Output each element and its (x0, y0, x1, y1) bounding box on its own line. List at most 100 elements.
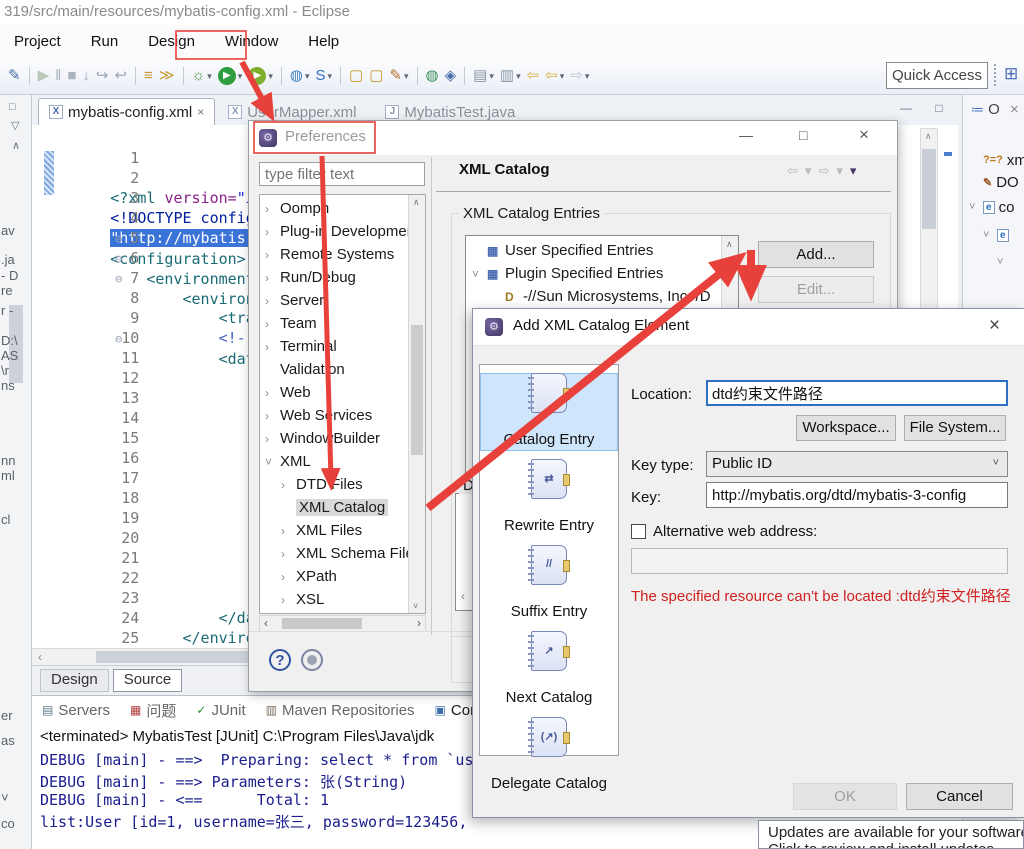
tree-chevron-icon[interactable]: › (265, 294, 280, 308)
scroll-up-icon[interactable]: ∧ (726, 239, 733, 250)
scroll-right-icon[interactable]: › (417, 616, 421, 630)
editor-tab[interactable]: X mybatis-config.xml × (38, 98, 216, 125)
preferences-tree-item[interactable]: › Run/Debug (260, 266, 425, 289)
catalog-entry-row[interactable]: D -//Sun Microsystems, Inc.//D (466, 285, 738, 308)
sash-divider[interactable] (431, 157, 432, 635)
add-button[interactable]: Add... (758, 241, 874, 268)
tree-chevron-icon[interactable]: › (265, 225, 280, 239)
update-notification[interactable]: Updates are available for your software … (758, 820, 1024, 849)
keytype-select[interactable]: Public ID ˅ (706, 451, 1008, 477)
toolbar-icon[interactable]: ▥ ▾ (498, 64, 523, 88)
toolbar-icon[interactable] (416, 67, 418, 85)
preferences-tree-item[interactable]: › Oomph (260, 197, 425, 220)
nav-arrow-icon[interactable]: ▾ (850, 163, 857, 179)
menu-item[interactable]: Window (219, 30, 284, 53)
outline-item[interactable]: ˅ e (983, 225, 1013, 245)
scrollbar-thumb[interactable] (411, 325, 423, 455)
maximize-icon[interactable]: □ (799, 127, 807, 143)
minimize-icon[interactable]: — (739, 127, 753, 143)
chevron-down-icon[interactable]: ˅ (983, 229, 993, 241)
outline-item[interactable]: ˅ e co (969, 197, 1014, 217)
bottom-view-tab[interactable]: ▦ 问题 (130, 700, 176, 721)
toolbar-icon[interactable]: ✎ ▾ (387, 64, 410, 88)
tree-chevron-icon[interactable]: › (265, 386, 280, 400)
entry-type-item[interactable]: ↗ Next Catalog (480, 631, 618, 709)
toolbar-icon[interactable]: ✎ (6, 64, 23, 88)
toolbar-icon[interactable]: ◍ ▾ (288, 64, 312, 88)
preferences-tree-item[interactable]: › Terminal (260, 335, 425, 358)
toolbar-icon[interactable]: ▶ ▾ (216, 64, 245, 88)
close-icon[interactable]: × (197, 105, 204, 119)
open-perspective-icon[interactable]: ⊞ (1004, 64, 1018, 84)
bottom-view-tab[interactable]: ▥ Maven Repositories (266, 702, 415, 719)
key-input[interactable] (706, 482, 1008, 508)
toolbar-icon[interactable]: ☼ ▾ (190, 64, 214, 88)
menu-item[interactable]: Help (302, 30, 345, 53)
tree-chevron-icon[interactable]: › (265, 202, 280, 216)
bottom-view-tab[interactable]: ▤ Servers (42, 702, 110, 719)
bottom-view-tab[interactable]: ✓ JUnit (196, 702, 245, 719)
toolbar-icon[interactable]: ▢ (347, 64, 365, 88)
scroll-up-icon[interactable]: ∧ (12, 139, 20, 152)
toolbar-icon[interactable] (464, 67, 466, 85)
workspace-button[interactable]: Workspace... (796, 415, 896, 441)
record-icon[interactable] (301, 649, 323, 671)
filesystem-button[interactable]: File System... (904, 415, 1006, 441)
nav-arrow-icon[interactable]: ▾ (836, 163, 843, 179)
preferences-tree-item[interactable]: › Server (260, 289, 425, 312)
toolbar-icon[interactable]: ◍ (424, 64, 441, 88)
toolbar-icon[interactable] (340, 67, 342, 85)
preferences-tree-item[interactable]: › XML Files (260, 519, 425, 542)
preferences-tree-item[interactable]: › DTD Files (260, 473, 425, 496)
alt-address-checkbox[interactable] (631, 524, 646, 539)
preferences-tree-item[interactable]: › Web (260, 381, 425, 404)
scrollbar-thumb[interactable] (282, 618, 362, 629)
close-icon[interactable]: × (989, 315, 1000, 337)
toolbar-icon[interactable] (28, 67, 30, 85)
editor-mode-tab[interactable]: Design (40, 669, 109, 692)
entry-type-item[interactable]: (↗) Delegate Catalog (480, 717, 618, 795)
entry-type-item[interactable]: ⇄ Rewrite Entry (480, 459, 618, 537)
scroll-left-icon[interactable]: ‹ (461, 589, 465, 603)
toolbar-icon[interactable]: ▤ ▾ (471, 64, 496, 88)
tree-chevron-icon[interactable]: › (281, 478, 296, 492)
toolbar-icon[interactable]: ↩ (112, 64, 129, 88)
tree-vertical-scrollbar[interactable]: ∧ ˅ (408, 195, 425, 613)
tree-chevron-icon[interactable]: › (265, 340, 280, 354)
preferences-tree-item[interactable]: › XSL (260, 588, 425, 611)
close-icon[interactable]: × (859, 125, 869, 145)
location-input[interactable] (706, 380, 1008, 406)
tree-chevron-icon[interactable]: › (265, 248, 280, 262)
toolbar-icon[interactable] (280, 67, 282, 85)
outline-item[interactable]: ˅ (997, 252, 1015, 272)
scroll-up-icon[interactable]: ∧ (925, 131, 932, 142)
catalog-entry-row[interactable]: ▦ User Specified Entries (466, 239, 738, 262)
tree-chevron-icon[interactable]: › (281, 570, 296, 584)
edit-button[interactable]: Edit... (758, 276, 874, 303)
view-menu-icon[interactable]: ▽ (11, 119, 19, 132)
preferences-tree-item[interactable]: › XPath (260, 565, 425, 588)
tree-chevron-icon[interactable]: › (265, 409, 280, 423)
toolbar-icon[interactable]: ⇦ ▾ (543, 64, 566, 88)
tree-chevron-icon[interactable]: › (281, 547, 296, 561)
quick-access-box[interactable]: Quick Access (886, 62, 988, 89)
outline-item[interactable]: ?=? xm (969, 150, 1024, 170)
nav-arrow-icon[interactable]: ⇨ (818, 163, 829, 179)
preferences-tree-item[interactable]: › Plug-in Development (260, 220, 425, 243)
ok-button[interactable]: OK (793, 783, 897, 810)
editor-mode-tab[interactable]: Source (112, 669, 183, 692)
toolbar-icon[interactable]: ‖ (53, 64, 63, 88)
menu-item[interactable]: Project (8, 30, 67, 53)
tree-chevron-icon[interactable]: › (265, 271, 280, 285)
scroll-down-icon[interactable]: ˅ (413, 601, 418, 611)
toolbar-icon[interactable]: ▶ ▾ (246, 64, 275, 88)
outline-item[interactable]: ✎ DO (969, 172, 1019, 192)
toolbar-icon[interactable]: ■ (65, 64, 78, 88)
tree-chevron-icon[interactable]: › (281, 524, 296, 538)
entry-type-item[interactable]: Catalog Entry (480, 373, 618, 451)
toolbar-icon[interactable]: ≫ (157, 64, 177, 88)
scroll-up-icon[interactable]: ∧ (413, 197, 420, 208)
preferences-tree-item[interactable]: XML Catalog (260, 496, 425, 519)
tree-horizontal-scrollbar[interactable]: ‹ › (259, 615, 426, 632)
tree-chevron-icon[interactable]: ˅ (265, 455, 280, 469)
